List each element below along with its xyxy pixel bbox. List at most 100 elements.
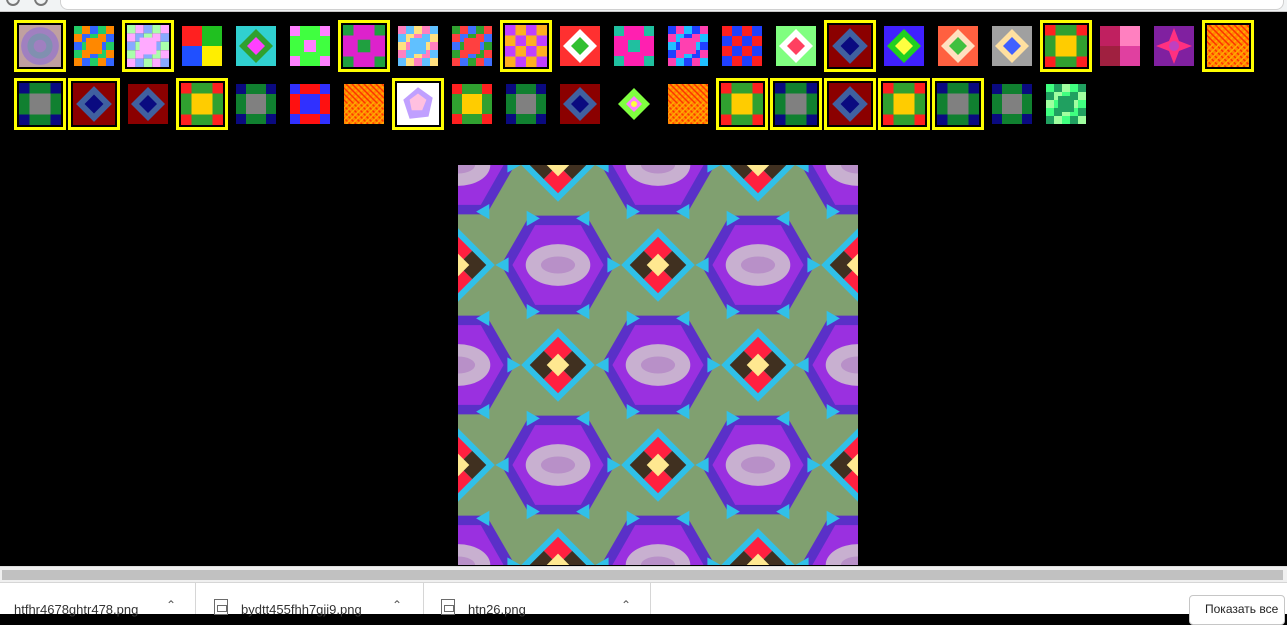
kaleidoscope-preview-image: [458, 165, 858, 565]
thumb-quad-21[interactable]: [1094, 20, 1146, 72]
download-file-name: bydtt455fhh7gji9.png: [241, 602, 362, 617]
thumb-frame-20[interactable]: [1040, 20, 1092, 72]
thumb-mesh-23[interactable]: [1202, 20, 1254, 72]
browser-toolbar: [0, 0, 1287, 12]
thumb-frame-24-image: [19, 83, 61, 125]
thumb-frame-33[interactable]: [500, 78, 552, 130]
thumb-gem-31-image: [397, 83, 439, 125]
thumb-frame-42[interactable]: [986, 78, 1038, 130]
thumb-diamond-39[interactable]: [824, 78, 876, 130]
thumb-grid-8-image: [398, 26, 438, 66]
thumb-checker-14[interactable]: [716, 20, 768, 72]
thumb-diamond-25-image: [73, 83, 115, 125]
thumb-diamond-25[interactable]: [68, 78, 120, 130]
thumb-diamond-34[interactable]: [554, 78, 606, 130]
thumb-frame-41[interactable]: [932, 78, 984, 130]
thumb-diamond-18[interactable]: [932, 20, 984, 72]
thumb-frame-33-image: [506, 84, 546, 124]
thumb-frame-28-image: [236, 84, 276, 124]
thumb-quad-4-image: [182, 26, 222, 66]
thumb-mesh-23-image: [1207, 25, 1249, 67]
chevron-up-icon[interactable]: ⌃: [621, 599, 631, 611]
thumb-cross-12-image: [614, 26, 654, 66]
thumb-cross-7-image: [343, 25, 385, 67]
thumb-frame-28[interactable]: [230, 78, 282, 130]
thumb-frame-24[interactable]: [14, 78, 66, 130]
thumb-grid-43[interactable]: [1040, 78, 1092, 130]
thumb-diamond-34-image: [560, 84, 600, 124]
thumb-frame-40[interactable]: [878, 78, 930, 130]
thumb-frame-32-image: [452, 84, 492, 124]
thumb-frame-27-image: [181, 83, 223, 125]
thumb-cross-6-image: [290, 26, 330, 66]
thumb-mesh-36[interactable]: [662, 78, 714, 130]
thumb-diamond-11[interactable]: [554, 20, 606, 72]
download-file-name: htn26.png: [468, 602, 526, 617]
thumb-frame-27[interactable]: [176, 78, 228, 130]
thumb-kaleido-1-image: [19, 25, 61, 67]
thumb-frame-20-image: [1045, 25, 1087, 67]
thumb-star-22[interactable]: [1148, 20, 1200, 72]
reload-icon[interactable]: [34, 0, 48, 6]
thumb-frame-41-image: [937, 83, 979, 125]
thumb-frame-37[interactable]: [716, 78, 768, 130]
thumb-checker-14-image: [722, 26, 762, 66]
thumb-quad-21-image: [1100, 26, 1140, 66]
thumb-grid-13-image: [668, 26, 708, 66]
thumb-diamond-15-image: [776, 26, 816, 66]
thumb-mesh-30[interactable]: [338, 78, 390, 130]
thumb-frame-32[interactable]: [446, 78, 498, 130]
thumb-checker-10[interactable]: [500, 20, 552, 72]
thumb-frame-29-image: [290, 84, 330, 124]
thumb-frame-42-image: [992, 84, 1032, 124]
thumb-cross-12[interactable]: [608, 20, 660, 72]
download-shelf: htfhr4678ghtr478.png ⌃ bydtt455fhh7gji9.…: [0, 582, 1287, 625]
download-item[interactable]: bydtt455fhh7gji9.png ⌃: [196, 583, 424, 617]
thumb-tilt-35[interactable]: [608, 78, 660, 130]
thumb-checker-10-image: [505, 25, 547, 67]
thumb-frame-38[interactable]: [770, 78, 822, 130]
thumb-diamond-18-image: [938, 26, 978, 66]
thumb-grid-2-image: [74, 26, 114, 66]
chevron-up-icon[interactable]: ⌃: [392, 599, 402, 611]
thumb-mesh-30-image: [344, 84, 384, 124]
thumb-grid-9[interactable]: [446, 20, 498, 72]
thumb-diamond-16[interactable]: [824, 20, 876, 72]
thumb-grid-13[interactable]: [662, 20, 714, 72]
thumb-grid-43-image: [1046, 84, 1086, 124]
thumb-diamond-17[interactable]: [878, 20, 930, 72]
thumb-mesh-36-image: [668, 84, 708, 124]
thumb-diamond-19-image: [992, 26, 1032, 66]
thumb-cross-6[interactable]: [284, 20, 336, 72]
thumb-tilt-35-image: [614, 84, 654, 124]
horizontal-scrollbar[interactable]: [0, 566, 1287, 583]
thumb-diamond-19[interactable]: [986, 20, 1038, 72]
thumb-cross-7[interactable]: [338, 20, 390, 72]
thumb-diamond-17-image: [884, 26, 924, 66]
address-bar[interactable]: [60, 0, 1284, 10]
thumb-quad-4[interactable]: [176, 20, 228, 72]
thumb-kaleido-1[interactable]: [14, 20, 66, 72]
thumb-grid-2[interactable]: [68, 20, 120, 72]
back-icon[interactable]: [6, 0, 20, 6]
thumb-grid-3-image: [127, 25, 169, 67]
thumb-gem-31[interactable]: [392, 78, 444, 130]
thumb-grid-9-image: [452, 26, 492, 66]
thumb-grid-3[interactable]: [122, 20, 174, 72]
show-all-downloads-button[interactable]: Показать все: [1189, 595, 1285, 625]
download-item[interactable]: htfhr4678ghtr478.png ⌃: [0, 583, 196, 617]
thumb-diamond-26-image: [128, 84, 168, 124]
download-item[interactable]: htn26.png ⌃: [424, 583, 651, 617]
thumb-diamond-5[interactable]: [230, 20, 282, 72]
thumb-diamond-26[interactable]: [122, 78, 174, 130]
thumb-frame-38-image: [775, 83, 817, 125]
thumb-diamond-15[interactable]: [770, 20, 822, 72]
thumb-diamond-16-image: [829, 25, 871, 67]
thumb-grid-8[interactable]: [392, 20, 444, 72]
thumb-frame-40-image: [883, 83, 925, 125]
thumb-frame-29[interactable]: [284, 78, 336, 130]
thumb-star-22-image: [1154, 26, 1194, 66]
scrollbar-thumb[interactable]: [2, 570, 1283, 580]
chevron-up-icon[interactable]: ⌃: [166, 599, 176, 611]
thumb-frame-37-image: [721, 83, 763, 125]
